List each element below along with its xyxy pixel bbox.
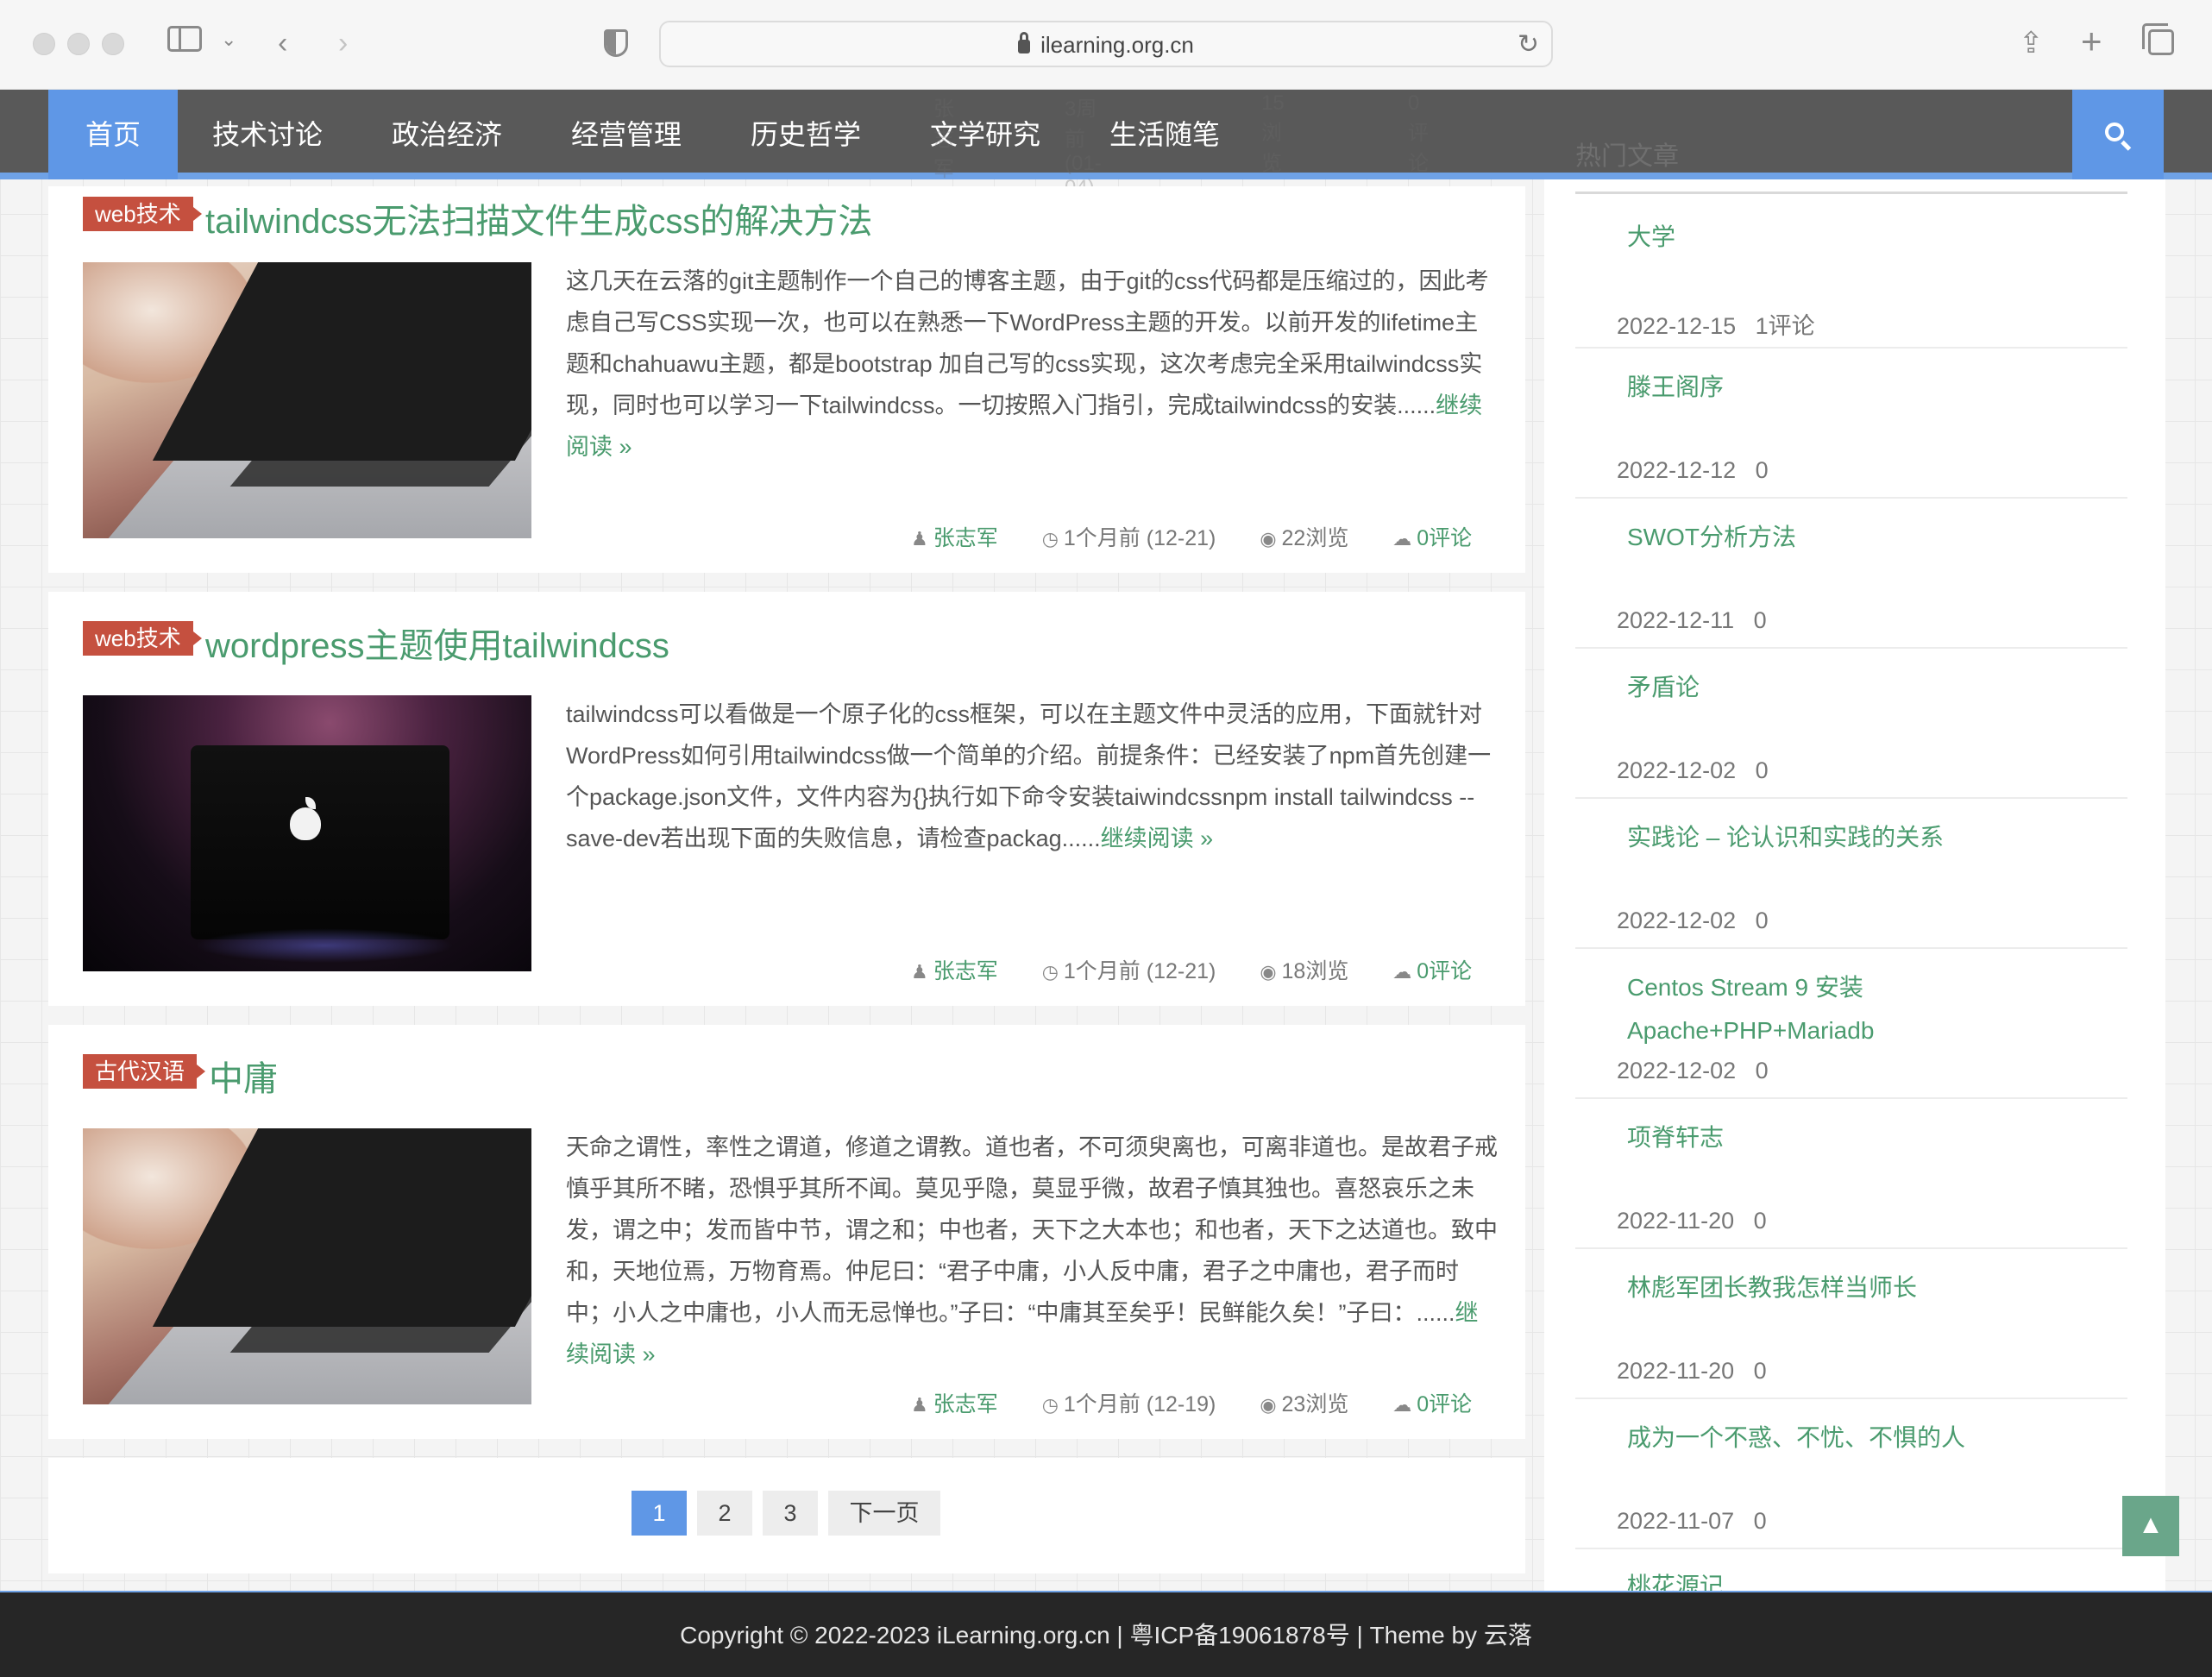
post-meta: ♟ 张志军 ◷ 1个月前 (12-21) ◉ 18浏览 ☁ 0评论 [911, 954, 1472, 985]
post-author[interactable]: 张志军 [933, 959, 998, 983]
sidebar-post-link[interactable]: 大学 [1627, 216, 2110, 259]
share-icon[interactable]: ⇪ [2019, 26, 2044, 60]
clock-icon: ◷ [1041, 528, 1059, 550]
comment-icon: ☁ [1392, 961, 1412, 983]
post-category-tag[interactable]: web技术 [83, 621, 202, 656]
sidebar-post-link[interactable]: 成为一个不惑、不忧、不惧的人 [1627, 1416, 2110, 1460]
post-thumbnail[interactable] [83, 695, 531, 971]
sidebar-post-link[interactable]: 实践论 – 论认识和实践的关系 [1627, 816, 2110, 859]
list-item: 大学 2022-12-15 1评论 [1575, 198, 2127, 349]
post-views: 23浏览 [1281, 1392, 1349, 1416]
post-thumbnail[interactable] [83, 1128, 531, 1404]
read-more-link[interactable]: 继续阅读 » [1101, 826, 1214, 851]
next-page-button[interactable]: 下一页 [828, 1491, 940, 1536]
user-icon: ♟ [911, 528, 928, 550]
back-to-top-button[interactable]: ▲ [2122, 1496, 2179, 1556]
search-icon [2105, 122, 2124, 141]
post-date: 1个月前 (12-21) [1063, 959, 1216, 983]
nav-item-life[interactable]: 生活随笔 [1109, 90, 1220, 179]
post-title[interactable]: wordpress主题使用tailwindcss [205, 618, 669, 668]
list-item: 实践论 – 论认识和实践的关系 2022-12-02 0 [1575, 799, 2127, 949]
sidebar-post-link[interactable]: 滕王阁序 [1627, 366, 2110, 409]
post-author[interactable]: 张志军 [933, 526, 998, 550]
post-excerpt: 天命之谓性，率性之谓道，修道之谓教。道也者，不可须臾离也，可离非道也。是故君子戒… [566, 1134, 1498, 1367]
forward-icon[interactable]: › [338, 26, 348, 60]
list-item: 矛盾论 2022-12-02 0 [1575, 649, 2127, 799]
list-item: Centos Stream 9 安装Apache+PHP+Mariadb 202… [1575, 949, 2127, 1099]
post-views: 18浏览 [1281, 959, 1349, 983]
post-category-tag[interactable]: web技术 [83, 197, 202, 231]
list-item: 桃花源记 [1575, 1549, 2127, 1591]
new-tab-icon[interactable]: + [2081, 23, 2102, 60]
search-button[interactable] [2072, 90, 2164, 179]
lock-icon [1018, 32, 1031, 53]
nav-item-tech[interactable]: 技术讨论 [212, 90, 323, 179]
list-item: 项脊轩志 2022-11-20 0 [1575, 1099, 2127, 1249]
post-comments[interactable]: 0评论 [1417, 1392, 1472, 1416]
post-category-tag[interactable]: 古代汉语 [83, 1054, 206, 1089]
address-bar[interactable]: ilearning.org.cn ↻ [659, 21, 1553, 67]
post-author[interactable]: 张志军 [933, 1392, 998, 1416]
sidebar-post-link[interactable]: Centos Stream 9 安装Apache+PHP+Mariadb [1627, 966, 2110, 1052]
privacy-shield-icon[interactable] [604, 29, 628, 57]
reload-icon[interactable]: ↻ [1518, 29, 1539, 60]
browser-toolbar: ⌄ ‹ › ilearning.org.cn ↻ ⇪ + [0, 0, 2212, 90]
minimize-window-button[interactable] [67, 33, 90, 55]
post-meta: ♟ 张志军 ◷ 1个月前 (12-19) ◉ 23浏览 ☁ 0评论 [911, 1387, 1472, 1418]
sidebar-post-link[interactable]: 项脊轩志 [1627, 1116, 2110, 1159]
page-3-button[interactable]: 3 [763, 1491, 818, 1536]
sidebar-toggle-icon[interactable] [167, 26, 202, 52]
post-date: 1个月前 (12-19) [1063, 1392, 1216, 1416]
user-icon: ♟ [911, 1394, 928, 1416]
post-card: web技术 tailwindcss无法扫描文件生成css的解决方法 这几天在云落… [48, 186, 1525, 573]
chevron-down-icon[interactable]: ⌄ [221, 22, 236, 57]
comment-icon: ☁ [1392, 528, 1412, 550]
nav-item-management[interactable]: 经营管理 [571, 90, 682, 179]
post-thumbnail[interactable] [83, 262, 531, 538]
sidebar-post-link[interactable]: 林彪军团长教我怎样当师长 [1627, 1266, 2110, 1310]
nav-item-home[interactable]: 首页 [48, 90, 178, 179]
arrow-up-icon: ▲ [2138, 1511, 2164, 1539]
post-card: 古代汉语 中庸 天命之谓性，率性之谓道，修道之谓教。道也者，不可须臾离也，可离非… [48, 1025, 1525, 1439]
clock-icon: ◷ [1041, 961, 1059, 983]
post-views: 22浏览 [1281, 526, 1349, 550]
post-date: 1个月前 (12-21) [1063, 526, 1216, 550]
site-footer: Copyright © 2022-2023 iLearning.org.cn |… [0, 1591, 2212, 1677]
zoom-window-button[interactable] [102, 33, 124, 55]
copyright-text: Copyright © 2022-2023 iLearning.org.cn |… [680, 1622, 1532, 1649]
page-1-button[interactable]: 1 [632, 1491, 687, 1536]
url-text: ilearning.org.cn [1040, 32, 1194, 58]
back-icon[interactable]: ‹ [278, 26, 287, 60]
post-meta: ♟ 张志军 ◷ 1个月前 (12-21) ◉ 22浏览 ☁ 0评论 [911, 521, 1472, 552]
eye-icon: ◉ [1260, 1394, 1277, 1416]
popular-posts-sidebar: 热门文章 大学 2022-12-15 1评论 滕王阁序 2022-12-12 0… [1544, 142, 2165, 1591]
post-comments[interactable]: 0评论 [1417, 526, 1472, 550]
nav-item-history[interactable]: 历史哲学 [751, 90, 861, 179]
nav-item-politics[interactable]: 政治经济 [392, 90, 502, 179]
list-item: 滕王阁序 2022-12-12 0 [1575, 349, 2127, 499]
user-icon: ♟ [911, 961, 928, 983]
post-excerpt: 这几天在云落的git主题制作一个自己的博客主题，由于git的css代码都是压缩过… [566, 268, 1489, 460]
eye-icon: ◉ [1260, 528, 1277, 550]
page-2-button[interactable]: 2 [697, 1491, 752, 1536]
tab-overview-icon[interactable] [2142, 23, 2174, 55]
list-item: 成为一个不惑、不忧、不惧的人 2022-11-07 0 [1575, 1399, 2127, 1549]
apple-logo-icon [290, 807, 321, 840]
post-excerpt: tailwindcss可以看做是一个原子化的css框架，可以在主题文件中灵活的应… [566, 701, 1492, 851]
main-navigation: 首页 技术讨论 政治经济 经营管理 历史哲学 文学研究 生活随笔 张志军 3周前… [0, 90, 2212, 199]
sidebar-post-link[interactable]: 矛盾论 [1627, 666, 2110, 709]
post-title[interactable]: tailwindcss无法扫描文件生成css的解决方法 [205, 193, 872, 243]
comment-icon: ☁ [1392, 1394, 1412, 1416]
eye-icon: ◉ [1260, 961, 1277, 983]
sidebar-post-link[interactable]: 桃花源记 [1627, 1565, 2110, 1591]
post-card: web技术 wordpress主题使用tailwindcss tailwindc… [48, 592, 1525, 1006]
post-title[interactable]: 中庸 [209, 1051, 278, 1101]
post-comments[interactable]: 0评论 [1417, 959, 1472, 983]
list-item: SWOT分析方法 2022-12-11 0 [1575, 499, 2127, 649]
sidebar-title: 热门文章 [1575, 142, 1679, 171]
sidebar-post-link[interactable]: SWOT分析方法 [1627, 516, 2110, 559]
clock-icon: ◷ [1041, 1394, 1059, 1416]
list-item: 林彪军团长教我怎样当师长 2022-11-20 0 [1575, 1249, 2127, 1399]
close-window-button[interactable] [33, 33, 55, 55]
